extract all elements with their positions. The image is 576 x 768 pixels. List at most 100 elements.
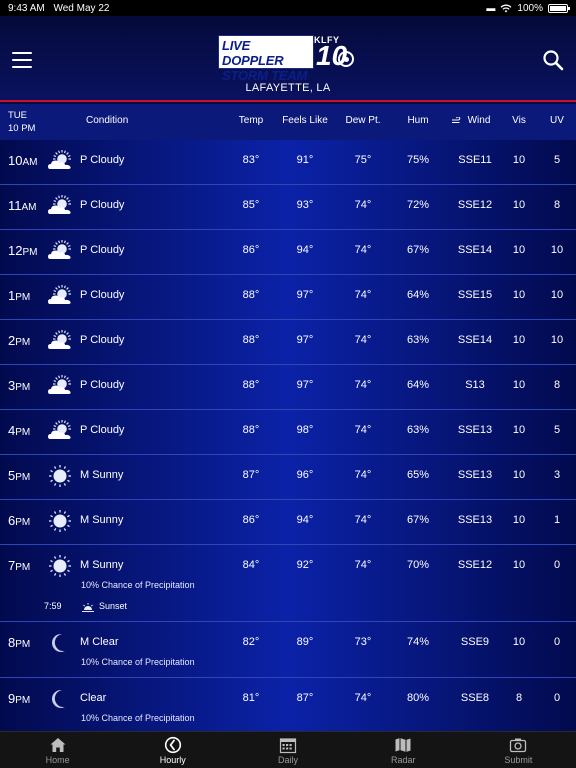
condition-text: P Cloudy [80, 154, 125, 166]
visibility-cell: 10 [512, 154, 526, 166]
feels-like-cell: 93° [296, 199, 314, 211]
wind-cell: SSE14 [457, 244, 493, 256]
tab-radar[interactable]: Radar [346, 732, 461, 768]
tab-home[interactable]: Home [0, 732, 115, 768]
uv-cell: 5 [553, 424, 561, 436]
hourly-row[interactable]: 12PM P Cloudy 86° 94° 74° 67% SSE14 10 10 [0, 230, 576, 275]
temp-cell: 83° [242, 154, 260, 166]
feels-like-cell: 98° [296, 424, 314, 436]
wind-cell: SSE12 [457, 559, 493, 571]
visibility-cell: 10 [512, 199, 526, 211]
hourly-list[interactable]: 10AM P Cloudy 83° 91° 75° 75% SSE11 10 5 11AM P … [0, 140, 576, 731]
tab-hourly[interactable]: Hourly [115, 732, 230, 768]
hour-label: 8PM [8, 635, 30, 650]
hourly-row[interactable]: 5PM M Sunny 87° 96° 74° 65% SSE13 10 3 [0, 455, 576, 500]
uv-cell: 3 [553, 469, 561, 481]
humidity-cell: 63% [406, 424, 430, 436]
wind-icon [452, 117, 461, 123]
tab-submit[interactable]: Submit [461, 732, 576, 768]
hourly-row[interactable]: 10AM P Cloudy 83° 91° 75° 75% SSE11 10 5 [0, 140, 576, 185]
header-day: TUE [8, 110, 27, 121]
hour-ampm: PM [22, 247, 38, 258]
logo-line-1: LIVE DOPPLER [222, 38, 284, 68]
home-icon [50, 738, 66, 752]
visibility-cell: 10 [512, 559, 526, 571]
feels-like-cell: 92° [296, 559, 314, 571]
hourly-row[interactable]: 1PM P Cloudy 88° 97° 74° 64% SSE15 10 10 [0, 275, 576, 320]
dew-point-cell: 75° [354, 154, 372, 166]
calendar-icon [279, 738, 297, 754]
hourly-row[interactable]: 3PM P Cloudy 88° 97° 74° 64% S13 10 8 [0, 365, 576, 410]
hourly-row[interactable]: 2PM P Cloudy 88° 97° 74° 63% SSE14 10 10 [0, 320, 576, 365]
partly-cloudy-icon [46, 240, 74, 262]
temp-cell: 88° [242, 334, 260, 346]
temp-cell: 82° [242, 636, 260, 648]
tab-daily[interactable]: Daily [230, 732, 345, 768]
dew-point-cell: 74° [354, 469, 372, 481]
status-time: 9:43 AM [8, 2, 45, 14]
temp-cell: 87° [242, 469, 260, 481]
condition-text: M Sunny [80, 469, 124, 481]
hour-ampm: PM [15, 695, 31, 706]
feels-like-cell: 89° [296, 636, 314, 648]
status-left: 9:43 AM Wed May 22 [8, 3, 115, 14]
wind-cell: SSE15 [457, 289, 493, 301]
hour-ampm: PM [15, 472, 31, 483]
header-date: TUE 10 PM [8, 109, 35, 135]
dew-point-cell: 74° [354, 289, 372, 301]
hourly-row[interactable]: 6PM M Sunny 86° 94° 74° 67% SSE13 10 1 [0, 500, 576, 545]
visibility-cell: 10 [512, 636, 526, 648]
partly-cloudy-icon [46, 375, 74, 397]
condition-text: P Cloudy [80, 424, 125, 436]
hour-label: 7PM [8, 558, 30, 573]
humidity-cell: 75% [406, 154, 430, 166]
hourly-row[interactable]: 9PM Clear 81° 87° 74° 80% SSE8 8 0 10% Chance of … [0, 678, 576, 731]
hourly-row[interactable]: 11AM P Cloudy 85° 93° 74° 72% SSE12 10 8 [0, 185, 576, 230]
wind-cell: SSE12 [457, 199, 493, 211]
dew-point-cell: 73° [354, 636, 372, 648]
feels-like-cell: 97° [296, 289, 314, 301]
visibility-cell: 10 [512, 514, 526, 526]
hour-ampm: PM [15, 427, 31, 438]
hourly-table-header: TUE 10 PM Condition Temp Feels Like Dew … [0, 104, 576, 140]
hour-label: 3PM [8, 378, 30, 393]
hour-label: 4PM [8, 423, 30, 438]
temp-cell: 81° [242, 692, 260, 704]
sun-icon [46, 465, 74, 487]
hourly-row[interactable]: 4PM P Cloudy 88° 98° 74° 63% SSE13 10 5 [0, 410, 576, 455]
hour-label: 12PM [8, 243, 37, 258]
dew-point-cell: 74° [354, 199, 372, 211]
precipitation-chance: 10% Chance of Precipitation [81, 713, 195, 723]
humidity-cell: 65% [406, 469, 430, 481]
hourly-row[interactable]: 7PM M Sunny 84° 92° 74° 70% SSE12 10 0 10% Chance… [0, 545, 576, 622]
header-humidity: Hum [407, 115, 429, 126]
hour-label: 6PM [8, 513, 30, 528]
hourly-row[interactable]: 8PM M Clear 82° 89° 73° 74% SSE9 10 0 10% Chance … [0, 622, 576, 678]
temp-cell: 86° [242, 244, 260, 256]
wind-cell: S13 [465, 379, 485, 391]
menu-button[interactable] [12, 52, 32, 68]
partly-cloudy-icon [46, 150, 74, 172]
tab-label: Home [45, 755, 70, 765]
dew-point-cell: 74° [354, 244, 372, 256]
visibility-cell: 10 [512, 469, 526, 481]
wind-cell: SSE9 [460, 636, 490, 648]
search-icon[interactable] [542, 49, 564, 71]
hour-ampm: PM [15, 292, 31, 303]
condition-text: P Cloudy [80, 289, 125, 301]
hour-ampm: PM [15, 337, 31, 348]
location-label: LAFAYETTE, LA [245, 82, 331, 94]
uv-cell: 8 [553, 199, 561, 211]
header-dew-point: Dew Pt. [345, 115, 381, 126]
hour-number: 10 [8, 153, 23, 168]
condition-text: P Cloudy [80, 244, 125, 256]
uv-cell: 0 [553, 692, 561, 704]
temp-cell: 88° [242, 289, 260, 301]
tab-label: Submit [504, 755, 533, 765]
uv-cell: 0 [553, 559, 561, 571]
precipitation-chance: 10% Chance of Precipitation [81, 657, 195, 667]
condition-text: P Cloudy [80, 199, 125, 211]
visibility-cell: 8 [515, 692, 523, 704]
partly-cloudy-icon [46, 330, 74, 352]
humidity-cell: 63% [406, 334, 430, 346]
